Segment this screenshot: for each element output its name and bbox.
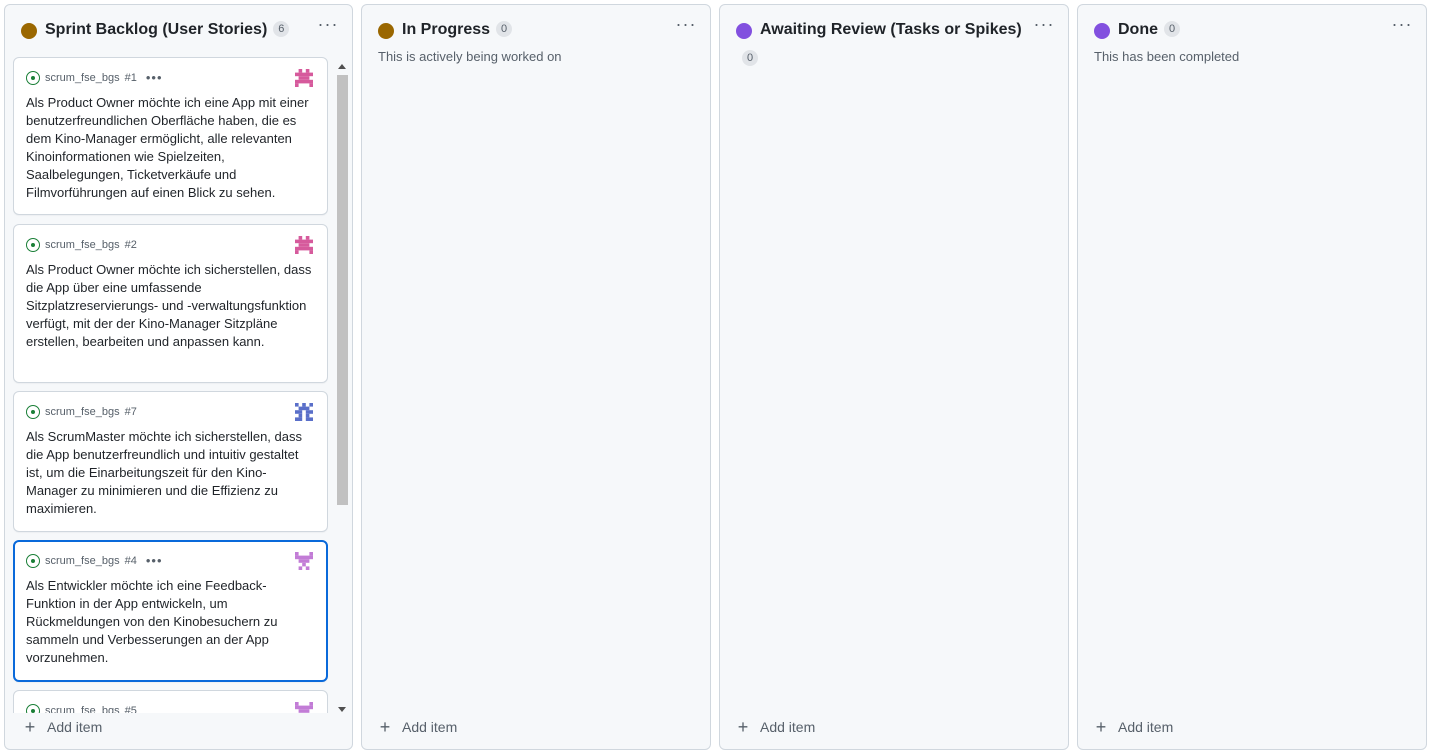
card-menu-icon[interactable]: ••• (146, 71, 163, 84)
status-color-dot (378, 23, 394, 39)
assignee-avatar[interactable] (295, 403, 313, 421)
card-meta: scrum_fse_bgs #5 (26, 703, 137, 713)
column-in-progress: In Progress 0 ··· This is actively being … (361, 4, 711, 750)
project-board: Sprint Backlog (User Stories) 6 ··· scrum… (0, 0, 1433, 754)
column-title-text: Awaiting Review (Tasks or Spikes) (760, 21, 1022, 38)
issue-card[interactable]: scrum_fse_bgs #5 (13, 690, 328, 713)
scroll-down-arrow-icon[interactable] (338, 707, 346, 712)
issue-card[interactable]: scrum_fse_bgs #7 Als ScrumMaster möchte … (13, 391, 328, 532)
issue-number[interactable]: #4 (125, 555, 137, 567)
add-item-button[interactable]: + Add item (23, 717, 103, 737)
repo-name[interactable]: scrum_fse_bgs (45, 555, 120, 567)
scroll-up-arrow-icon[interactable] (338, 64, 346, 69)
repo-name[interactable]: scrum_fse_bgs (45, 406, 120, 418)
plus-icon: + (24, 717, 36, 737)
issue-number[interactable]: #2 (125, 239, 137, 251)
issue-opened-icon (26, 554, 40, 568)
column-menu-icon[interactable]: ··· (1032, 15, 1056, 36)
card-meta: scrum_fse_bgs #7 (26, 404, 137, 420)
status-color-dot (1094, 23, 1110, 39)
issue-card[interactable]: scrum_fse_bgs #2 Als Product Owner möcht… (13, 224, 328, 383)
item-count-badge: 0 (1164, 21, 1180, 37)
status-color-dot (21, 23, 37, 39)
assignee-avatar[interactable] (295, 236, 313, 254)
column-header: Sprint Backlog (User Stories) 6 ··· (5, 5, 352, 55)
card-menu-icon[interactable]: ••• (146, 554, 163, 567)
repo-name[interactable]: scrum_fse_bgs (45, 705, 120, 713)
card-title[interactable]: Als ScrumMaster möchte ich sicherstellen… (26, 428, 315, 518)
repo-name[interactable]: scrum_fse_bgs (45, 239, 120, 251)
card-meta: scrum_fse_bgs #2 (26, 237, 137, 253)
issue-number[interactable]: #5 (125, 705, 137, 713)
issue-card[interactable]: scrum_fse_bgs #1 ••• Als Product Owner m… (13, 57, 328, 215)
status-color-dot (736, 23, 752, 39)
item-count-badge: 6 (273, 21, 290, 37)
card-title[interactable]: Als Entwickler möchte ich eine Feedback-… (26, 577, 314, 667)
column-title-text: Done (1118, 21, 1158, 38)
column-title: Sprint Backlog (User Stories) 6 (45, 21, 290, 39)
add-item-label: Add item (47, 719, 103, 735)
add-item-button[interactable]: + Add item (736, 717, 816, 737)
item-count-badge: 0 (496, 21, 513, 37)
assignee-avatar[interactable] (295, 552, 313, 570)
column-menu-icon[interactable]: ··· (316, 15, 340, 36)
card-list-scrollbar[interactable] (335, 59, 349, 715)
column-description: This is actively being worked on (378, 49, 562, 64)
column-header: Done 0 ··· (1078, 5, 1426, 55)
card-title[interactable]: Als Product Owner möchte ich sicherstell… (26, 261, 315, 351)
card-list: scrum_fse_bgs #1 ••• Als Product Owner m… (13, 57, 328, 713)
column-header: Awaiting Review (Tasks or Spikes) ··· (720, 5, 1068, 55)
item-count-badge: 0 (742, 50, 758, 66)
plus-icon: + (1095, 717, 1107, 737)
issue-number[interactable]: #7 (125, 406, 137, 418)
column-awaiting-review: Awaiting Review (Tasks or Spikes) ··· 0 … (719, 4, 1069, 750)
column-done: Done 0 ··· This has been completed + Add … (1077, 4, 1427, 750)
card-title[interactable]: Als Product Owner möchte ich eine App mi… (26, 94, 315, 202)
add-item-label: Add item (402, 719, 458, 735)
plus-icon: + (737, 717, 749, 737)
card-meta: scrum_fse_bgs #4 ••• (26, 553, 163, 569)
column-sprint-backlog: Sprint Backlog (User Stories) 6 ··· scrum… (4, 4, 353, 750)
column-menu-icon[interactable]: ··· (674, 15, 698, 36)
scrollbar-thumb[interactable] (337, 75, 348, 505)
issue-opened-icon (26, 704, 40, 713)
issue-number[interactable]: #1 (125, 72, 137, 84)
repo-name[interactable]: scrum_fse_bgs (45, 72, 120, 84)
issue-opened-icon (26, 71, 40, 85)
plus-icon: + (379, 717, 391, 737)
column-menu-icon[interactable]: ··· (1390, 15, 1414, 36)
add-item-button[interactable]: + Add item (1094, 717, 1174, 737)
column-title: In Progress 0 (402, 21, 513, 39)
add-item-button[interactable]: + Add item (378, 717, 458, 737)
column-description: This has been completed (1094, 49, 1240, 64)
add-item-label: Add item (1118, 719, 1174, 735)
column-title: Done 0 (1118, 21, 1180, 39)
assignee-avatar[interactable] (295, 702, 313, 713)
column-header: In Progress 0 ··· (362, 5, 710, 55)
issue-card-selected[interactable]: scrum_fse_bgs #4 ••• Als Entwickler möch… (13, 540, 328, 682)
column-title-text: In Progress (402, 21, 491, 38)
issue-opened-icon (26, 238, 40, 252)
add-item-label: Add item (760, 719, 816, 735)
column-title-text: Sprint Backlog (User Stories) (45, 21, 268, 38)
issue-opened-icon (26, 405, 40, 419)
column-title: Awaiting Review (Tasks or Spikes) (760, 21, 1022, 39)
assignee-avatar[interactable] (295, 69, 313, 87)
card-meta: scrum_fse_bgs #1 ••• (26, 70, 163, 86)
